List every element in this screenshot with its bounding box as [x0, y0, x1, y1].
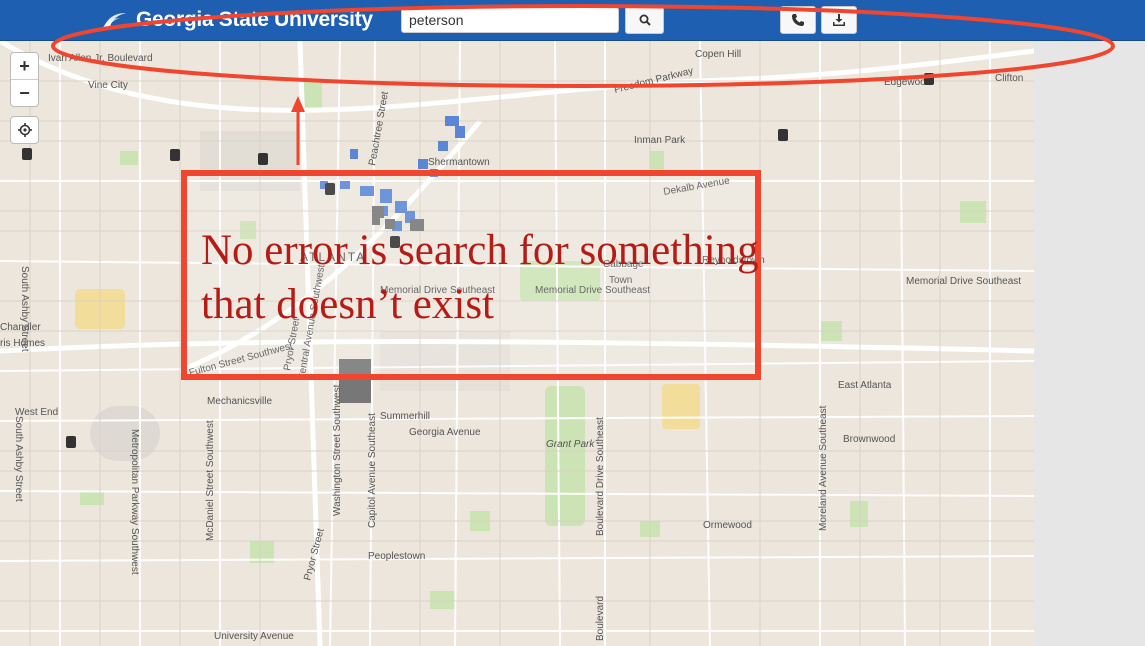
svg-text:Washington Street Southwest: Washington Street Southwest [332, 384, 343, 516]
search-input[interactable] [401, 7, 619, 33]
svg-text:Boulevard Drive Southeast: Boulevard Drive Southeast [595, 417, 606, 536]
svg-text:Summerhill: Summerhill [380, 411, 430, 422]
svg-text:Capitol Avenue Southeast: Capitol Avenue Southeast [367, 413, 378, 528]
svg-text:South Ashby Street: South Ashby Street [13, 416, 24, 502]
svg-text:Peoplestown: Peoplestown [368, 551, 425, 562]
svg-text:Mechanicsville: Mechanicsville [207, 396, 272, 407]
svg-text:Shermantown: Shermantown [428, 157, 490, 168]
svg-text:Inman Park: Inman Park [634, 135, 686, 146]
zoom-control: + − [10, 52, 39, 107]
svg-text:McDaniel Street Southwest: McDaniel Street Southwest [205, 420, 216, 541]
locate-button[interactable] [10, 116, 39, 144]
svg-text:Grant Park: Grant Park [546, 439, 595, 450]
svg-text:Copen Hill: Copen Hill [695, 49, 741, 60]
brand-name: Georgia State University [136, 8, 373, 31]
brand-logo[interactable]: Georgia State University [100, 7, 373, 33]
search-icon [639, 14, 651, 26]
annotation-callout-box: No error is search for something that do… [181, 170, 761, 380]
annotation-text: No error is search for something that do… [201, 227, 759, 328]
download-icon [833, 14, 845, 26]
side-panel-gap [1034, 41, 1145, 646]
svg-text:East Atlanta: East Atlanta [838, 380, 892, 391]
svg-text:Metropolitan Parkway Southwest: Metropolitan Parkway Southwest [129, 429, 140, 575]
zoom-in-button[interactable]: + [11, 53, 38, 80]
svg-text:Vine City: Vine City [88, 80, 128, 91]
search-button[interactable] [625, 6, 664, 34]
zoom-out-button[interactable]: − [11, 80, 38, 106]
svg-text:ris Homes: ris Homes [0, 338, 45, 349]
top-navbar: Georgia State University [0, 0, 1145, 41]
svg-text:Clifton: Clifton [995, 73, 1023, 84]
call-button[interactable] [780, 6, 816, 34]
svg-text:Boulevard: Boulevard [595, 596, 606, 641]
svg-text:University Avenue: University Avenue [214, 631, 294, 642]
download-button[interactable] [821, 6, 857, 34]
crosshair-icon [17, 123, 32, 137]
svg-text:Brownwood: Brownwood [843, 434, 895, 445]
svg-text:Georgia Avenue: Georgia Avenue [409, 427, 481, 438]
svg-text:Moreland Avenue Southeast: Moreland Avenue Southeast [818, 405, 829, 531]
flame-logo-icon [102, 13, 126, 29]
svg-text:Ormewood: Ormewood [703, 520, 752, 531]
phone-icon [792, 14, 804, 26]
svg-text:Memorial Drive Southeast: Memorial Drive Southeast [906, 276, 1021, 287]
svg-text:Ivan Allen Jr. Boulevard: Ivan Allen Jr. Boulevard [48, 53, 153, 64]
svg-text:Chandler: Chandler [0, 322, 41, 333]
